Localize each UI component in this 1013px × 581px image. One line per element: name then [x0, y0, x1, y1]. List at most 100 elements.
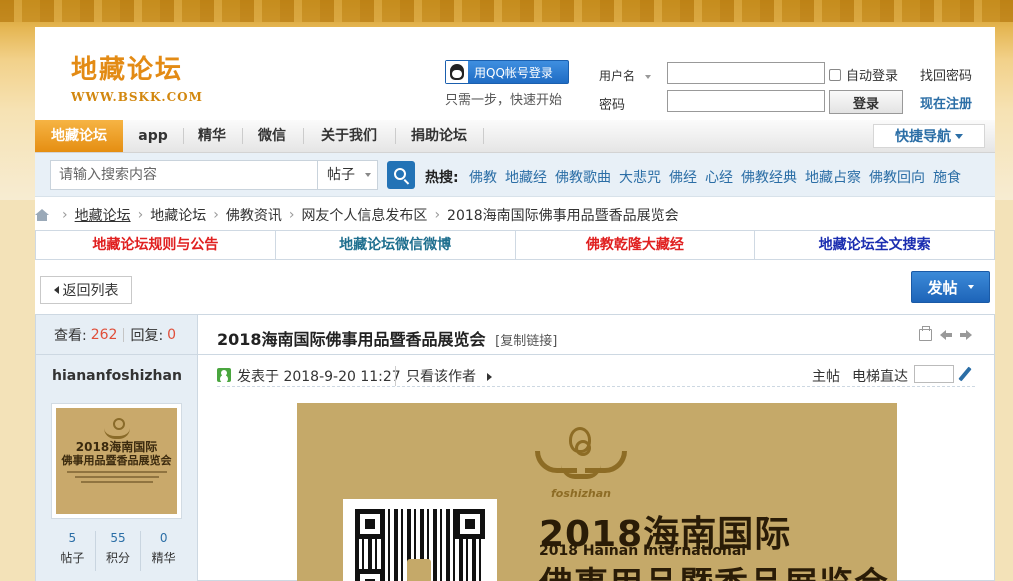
qr-code — [343, 499, 497, 581]
link-tripitaka[interactable]: 佛教乾隆大藏经 — [516, 231, 756, 259]
qq-hint: 只需一步，快速开始 — [445, 93, 563, 108]
qq-penguin-icon — [446, 61, 468, 83]
back-to-list-button[interactable]: 返回列表 — [40, 276, 132, 304]
hot-search-word[interactable]: 地藏经 — [505, 167, 547, 187]
find-password-link[interactable]: 找回密码 — [920, 65, 972, 84]
qr-finder — [355, 509, 385, 539]
nav-divider — [183, 128, 184, 144]
register-link[interactable]: 现在注册 — [920, 93, 972, 112]
hot-search-word[interactable]: 施食 — [933, 167, 961, 187]
home-icon[interactable] — [35, 209, 49, 221]
search-bar: 请输入搜索内容 帖子 热搜: 佛教 地藏经 佛教歌曲 大悲咒 佛经 心经 佛教经… — [35, 153, 995, 197]
search-button[interactable] — [387, 161, 415, 189]
user-stat-points[interactable]: 55 积分 — [96, 531, 142, 571]
user-stat-value: 5 — [68, 531, 77, 545]
nav-divider — [395, 128, 396, 144]
link-rules[interactable]: 地藏论坛规则与公告 — [36, 231, 276, 259]
author-name[interactable]: hiananfoshizhan — [36, 355, 197, 384]
replies-label: 回复: — [130, 327, 164, 344]
quick-nav-button[interactable]: 快捷导航 — [873, 124, 985, 148]
stats-divider — [123, 327, 125, 342]
link-fulltext-search[interactable]: 地藏论坛全文搜索 — [755, 231, 994, 259]
nav-item-app[interactable]: app — [127, 120, 179, 152]
qq-login-button[interactable]: 用QQ帐号登录 — [445, 60, 569, 84]
breadcrumb-item[interactable]: 网友个人信息发布区 — [301, 205, 427, 225]
author-sidebar: 查看: 262 回复: 0 hiananfoshizhan 2018海南国际 佛… — [36, 315, 198, 581]
only-author-link[interactable]: 只看该作者 — [395, 366, 493, 386]
post-main: 2018海南国际佛事用品暨香品展览会 [复制链接] 发表于 2018-9-20 … — [198, 315, 994, 581]
avatar-fine-print — [66, 471, 167, 473]
password-label: 密码 — [599, 98, 626, 113]
hot-search-word[interactable]: 佛经 — [669, 167, 697, 187]
breadcrumb-item[interactable]: 地藏论坛 — [150, 205, 206, 225]
search-input[interactable]: 请输入搜索内容 — [50, 160, 318, 190]
chevron-down-icon — [967, 285, 974, 289]
thread-stats: 查看: 262 回复: 0 — [36, 315, 197, 355]
login-button[interactable]: 登录 — [829, 90, 903, 114]
user-stat-value: 0 — [159, 531, 168, 545]
breadcrumb-separator: › — [137, 207, 144, 223]
user-stat-posts[interactable]: 5 帖子 — [50, 531, 96, 571]
search-type-value: 帖子 — [327, 167, 355, 183]
hot-search-word[interactable]: 心经 — [705, 167, 733, 187]
only-author-label: 只看该作者 — [406, 369, 476, 385]
hot-search-list: 佛教 地藏经 佛教歌曲 大悲咒 佛经 心经 佛教经典 地藏占察 佛教回向 施食 — [469, 167, 961, 187]
nav-divider — [483, 128, 484, 144]
hot-search-word[interactable]: 佛教回向 — [869, 167, 925, 187]
nav-item-donate[interactable]: 捐助论坛 — [401, 120, 477, 152]
username-input[interactable] — [667, 62, 825, 84]
hot-search-label: 热搜: — [425, 170, 459, 186]
avatar-text-line1: 2018海南国际 — [75, 440, 158, 454]
previous-thread-icon[interactable] — [940, 329, 952, 341]
elevator-input[interactable] — [914, 365, 954, 383]
link-wechat-weibo[interactable]: 地藏论坛微信微博 — [276, 231, 516, 259]
username-label[interactable]: 用户名 — [599, 67, 651, 84]
posted-at: 发表于 2018-9-20 11:27 — [237, 366, 401, 386]
qq-login-label: 用QQ帐号登录 — [474, 65, 553, 80]
post-image: foshizhan 2018海南国际 2018 Hainan Internati… — [297, 403, 897, 581]
hot-search-word[interactable]: 佛教经典 — [741, 167, 797, 187]
posted-label: 发表于 — [237, 369, 279, 385]
next-thread-icon[interactable] — [960, 329, 972, 341]
elevator-label: 电梯直达 — [852, 369, 908, 385]
buddha-lotus-logo — [535, 427, 627, 489]
auto-login-checkbox[interactable] — [829, 68, 841, 81]
nav-item-home[interactable]: 地藏论坛 — [35, 120, 123, 152]
qr-code-pattern — [355, 509, 485, 581]
search-type-select[interactable]: 帖子 — [318, 160, 378, 190]
user-online-icon — [217, 368, 231, 382]
hot-search-word[interactable]: 大悲咒 — [619, 167, 661, 187]
breadcrumb-separator: › — [213, 207, 219, 223]
quick-nav-label: 快捷导航 — [895, 129, 951, 145]
auto-login[interactable]: 自动登录 — [829, 65, 898, 84]
nav-divider — [303, 128, 304, 144]
thread-title-text: 2018海南国际佛事用品暨香品展览会 — [217, 330, 486, 349]
user-stats: 5 帖子 55 积分 0 精华 — [50, 531, 186, 571]
avatar-fine-print — [74, 476, 159, 478]
caret-right-icon — [487, 373, 493, 381]
hot-search-word[interactable]: 佛教 — [469, 167, 497, 187]
copy-link-button[interactable]: [复制链接] — [495, 334, 557, 349]
new-post-button[interactable]: 发帖 — [911, 271, 990, 303]
breadcrumb-item[interactable]: 佛教资讯 — [226, 205, 282, 225]
banner-roof-decoration — [0, 0, 1013, 22]
auto-login-label: 自动登录 — [846, 69, 899, 84]
nav-item-digest[interactable]: 精华 — [187, 120, 237, 152]
breadcrumb-separator: › — [62, 207, 68, 223]
breadcrumb-item[interactable]: 地藏论坛 — [75, 205, 131, 225]
back-to-list-label: 返回列表 — [62, 283, 119, 299]
hot-search-word[interactable]: 地藏占察 — [805, 167, 861, 187]
printer-icon[interactable] — [919, 326, 932, 341]
avatar-text-line2: 佛事用品暨香品展览会 — [61, 454, 172, 467]
password-input[interactable] — [667, 90, 825, 112]
avatar[interactable]: 2018海南国际 佛事用品暨香品展览会 — [51, 403, 182, 519]
image-subtitle-cn: 佛事用品暨香品展览会 — [539, 557, 889, 581]
chevron-down-icon — [955, 133, 963, 139]
site-logo[interactable]: 地藏论坛 WWW.BSKK.COM — [71, 49, 203, 104]
user-stat-digest[interactable]: 0 精华 — [141, 531, 186, 571]
nav-item-wechat[interactable]: 微信 — [247, 120, 297, 152]
nav-divider — [242, 128, 243, 144]
hot-search-word[interactable]: 佛教歌曲 — [555, 167, 611, 187]
nav-item-about[interactable]: 关于我们 — [309, 120, 389, 152]
pencil-icon[interactable] — [958, 366, 972, 382]
